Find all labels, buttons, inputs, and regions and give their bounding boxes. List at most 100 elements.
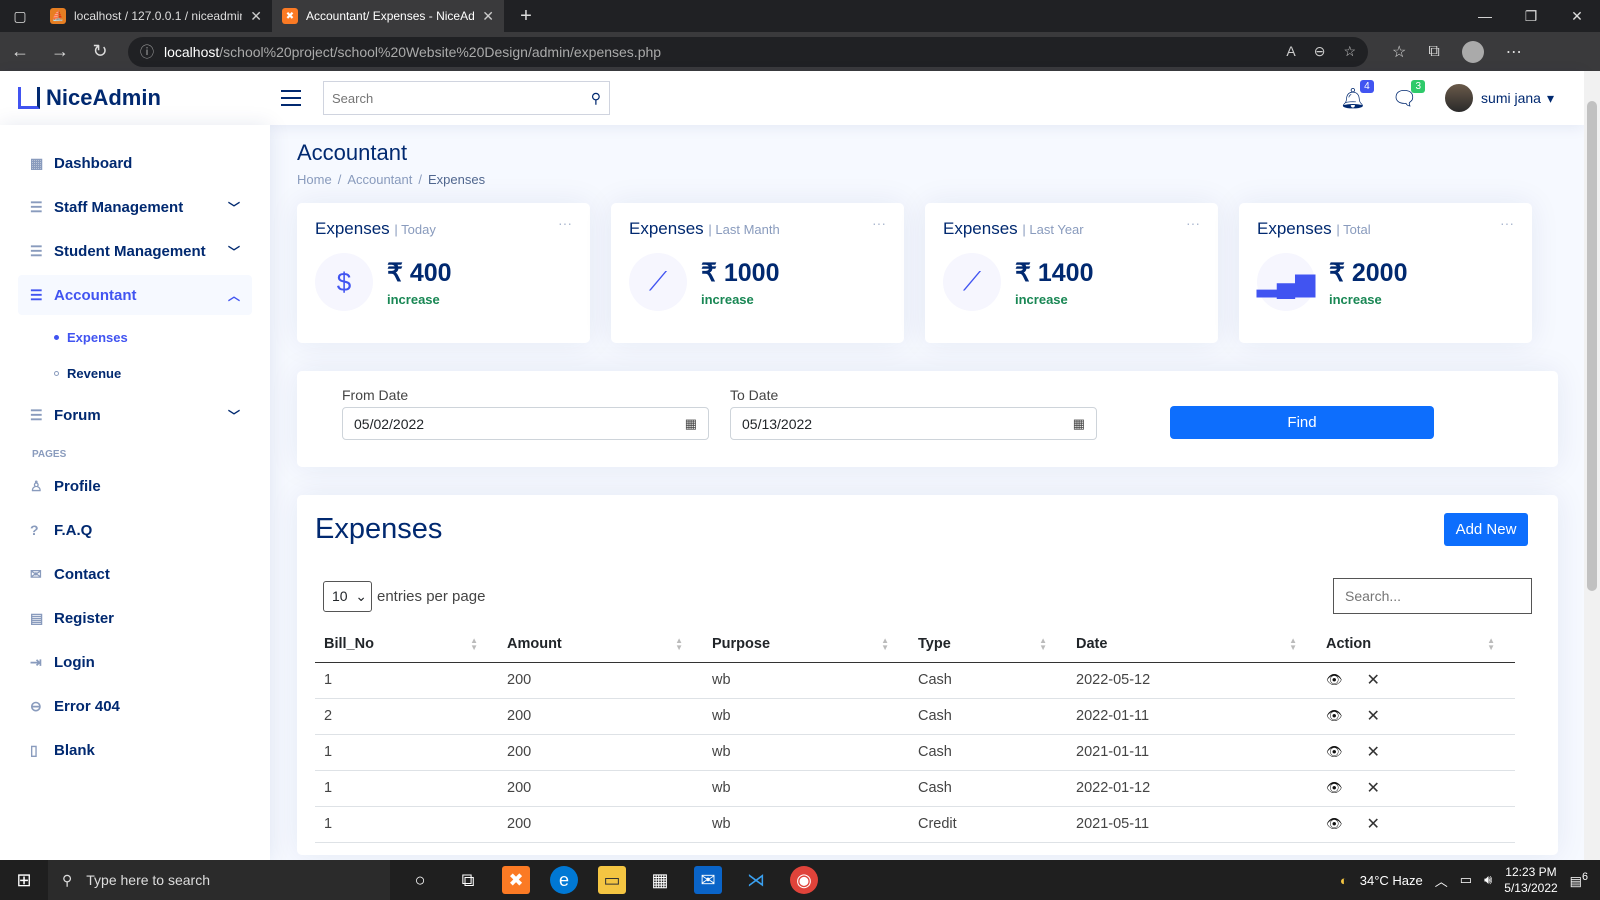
column-header-action[interactable]: Action ▲ ▼	[1317, 626, 1515, 663]
breadcrumb-home[interactable]: Home	[297, 172, 332, 187]
chevron-up-icon[interactable]: ︿	[1435, 871, 1448, 890]
task-view-icon[interactable]: ⧉	[454, 866, 482, 894]
more-icon[interactable]: ···	[1500, 215, 1514, 231]
close-icon[interactable]: ✕	[1367, 706, 1380, 726]
card-title: Expenses | Last Year	[943, 219, 1200, 239]
calendar-icon[interactable]: ▦	[685, 416, 697, 432]
sidebar-item-login[interactable]: ⇥ Login	[18, 642, 252, 682]
close-icon[interactable]: ✕	[1367, 814, 1380, 834]
xampp-icon[interactable]: ✖	[502, 866, 530, 894]
zoom-icon[interactable]: ⊖	[1314, 43, 1326, 60]
file-explorer-icon[interactable]: ▭	[598, 866, 626, 894]
sidebar-item-blank[interactable]: ▯ Blank	[18, 730, 252, 770]
close-icon[interactable]: ✕	[1367, 742, 1380, 762]
tab-phpmyadmin[interactable]: ⛵ localhost / 127.0.0.1 / niceadmin ✕	[40, 0, 272, 32]
from-date-input[interactable]: 05/02/2022 ▦	[342, 407, 709, 440]
back-icon[interactable]: ←	[0, 41, 40, 62]
cortana-icon[interactable]: ○	[406, 866, 434, 894]
sidebar-item-accountant[interactable]: ☰ Accountant ︿	[18, 275, 252, 315]
mail-icon[interactable]: ✉	[694, 866, 722, 894]
more-icon[interactable]: ···	[558, 215, 572, 231]
search-icon[interactable]: ⚲	[591, 90, 601, 107]
question-icon: ?	[30, 522, 39, 538]
to-date-input[interactable]: 05/13/2022 ▦	[730, 407, 1097, 440]
page-scrollbar[interactable]	[1584, 71, 1600, 861]
find-button[interactable]: Find	[1170, 406, 1434, 439]
sidebar-item-profile[interactable]: ♙ Profile	[18, 466, 252, 506]
weather-text[interactable]: 34°C Haze	[1360, 873, 1423, 888]
menu-toggle-icon[interactable]	[281, 90, 301, 106]
read-aloud-icon[interactable]: A	[1286, 43, 1295, 60]
chat-icon[interactable]: 🗨︎ 3	[1392, 79, 1426, 111]
eye-icon[interactable]: 👁︎	[1326, 744, 1343, 760]
pages-heading: PAGES	[32, 449, 67, 460]
tab-actions-icon[interactable]: ▢	[0, 0, 40, 32]
windows-start-icon[interactable]: ⊞	[0, 870, 48, 891]
sidebar-item-contact[interactable]: ✉ Contact	[18, 554, 252, 594]
column-header-bill-no[interactable]: Bill_No ▲ ▼	[315, 626, 498, 663]
favorites-icon[interactable]: ☆	[1392, 42, 1406, 62]
column-header-amount[interactable]: Amount ▲ ▼	[498, 626, 703, 663]
tab-expenses[interactable]: ✖ Accountant/ Expenses - NiceAdmin ✕	[272, 0, 504, 32]
collections-icon[interactable]: ⧉	[1428, 43, 1439, 61]
search-icon: ⚲	[62, 871, 73, 888]
entries-per-page-select[interactable]: 10 ⌄	[323, 580, 372, 612]
clock[interactable]: 12:23 PM 5/13/2022	[1504, 864, 1557, 896]
network-icon[interactable]: ▭	[1460, 872, 1472, 888]
search-input[interactable]	[332, 90, 591, 106]
close-tab-icon[interactable]: ✕	[482, 8, 494, 25]
add-new-button[interactable]: Add New	[1444, 513, 1528, 546]
eye-icon[interactable]: 👁︎	[1326, 708, 1343, 724]
notification-center-icon[interactable]: ▤6	[1570, 871, 1588, 889]
column-header-purpose[interactable]: Purpose ▲ ▼	[703, 626, 909, 663]
sidebar-item-label: Profile	[54, 477, 101, 495]
favorite-icon[interactable]: ☆	[1343, 43, 1356, 60]
scrollbar-thumb[interactable]	[1587, 101, 1597, 591]
table-search-input[interactable]	[1333, 578, 1532, 614]
close-window-icon[interactable]: ✕	[1554, 0, 1600, 32]
profile-icon[interactable]	[1461, 40, 1484, 63]
user-menu[interactable]: sumi jana ▾	[1443, 82, 1554, 114]
sidebar-item-forum[interactable]: ☰ Forum ﹀	[18, 395, 252, 435]
calendar-icon[interactable]: ▦	[1073, 416, 1085, 432]
column-header-date[interactable]: Date ▲ ▼	[1067, 626, 1317, 663]
currency-exchange-icon: $	[315, 253, 373, 311]
close-icon[interactable]: ✕	[1367, 670, 1380, 690]
reload-icon[interactable]: ↻	[80, 41, 120, 62]
eye-icon[interactable]: 👁︎	[1326, 672, 1343, 688]
sidebar-item-dashboard[interactable]: ▦ Dashboard	[18, 143, 252, 183]
url-field[interactable]: ⓘ localhost/school%20project/school%20We…	[128, 36, 1368, 67]
vscode-icon[interactable]: ⋊	[742, 866, 770, 894]
sidebar-subitem-expenses[interactable]: Expenses	[18, 319, 252, 355]
sidebar-item-staff-management[interactable]: ☰ Staff Management ﹀	[18, 187, 252, 227]
info-icon[interactable]: ⓘ	[140, 42, 154, 62]
more-icon[interactable]: ···	[872, 215, 886, 231]
sidebar-item-faq[interactable]: ? F.A.Q	[18, 510, 252, 550]
more-icon[interactable]: ···	[1186, 215, 1200, 231]
minimize-icon[interactable]: —	[1462, 0, 1508, 32]
volume-icon[interactable]: 🔊︎	[1484, 872, 1492, 888]
close-icon[interactable]: ✕	[1367, 778, 1380, 798]
chrome-icon[interactable]: ◉	[790, 866, 818, 894]
cell-purpose: wb	[703, 698, 909, 735]
restore-icon[interactable]: ❐	[1508, 0, 1554, 32]
forward-icon[interactable]: →	[40, 41, 80, 62]
logo[interactable]: NiceAdmin	[18, 85, 263, 111]
new-tab-icon[interactable]: +	[514, 5, 538, 28]
store-icon[interactable]: ▦	[646, 866, 674, 894]
card-title-text: Expenses	[315, 219, 390, 238]
edge-icon[interactable]: e	[550, 866, 578, 894]
taskbar-search[interactable]: ⚲ Type here to search	[48, 860, 390, 900]
sidebar-item-register[interactable]: ▤ Register	[18, 598, 252, 638]
sidebar-subitem-revenue[interactable]: Revenue	[18, 355, 252, 391]
close-tab-icon[interactable]: ✕	[250, 8, 262, 25]
bell-icon[interactable]: 🔔︎ 4	[1340, 79, 1374, 111]
breadcrumb-accountant[interactable]: Accountant	[347, 172, 412, 187]
sidebar-item-error-404[interactable]: ⊖ Error 404	[18, 686, 252, 726]
sidebar-item-student-management[interactable]: ☰ Student Management ﹀	[18, 231, 252, 271]
more-icon[interactable]: ⋯	[1506, 42, 1522, 62]
eye-icon[interactable]: 👁︎	[1326, 816, 1343, 832]
column-header-type[interactable]: Type ▲ ▼	[909, 626, 1067, 663]
eye-icon[interactable]: 👁︎	[1326, 780, 1343, 796]
cell-purpose: wb	[703, 806, 909, 843]
